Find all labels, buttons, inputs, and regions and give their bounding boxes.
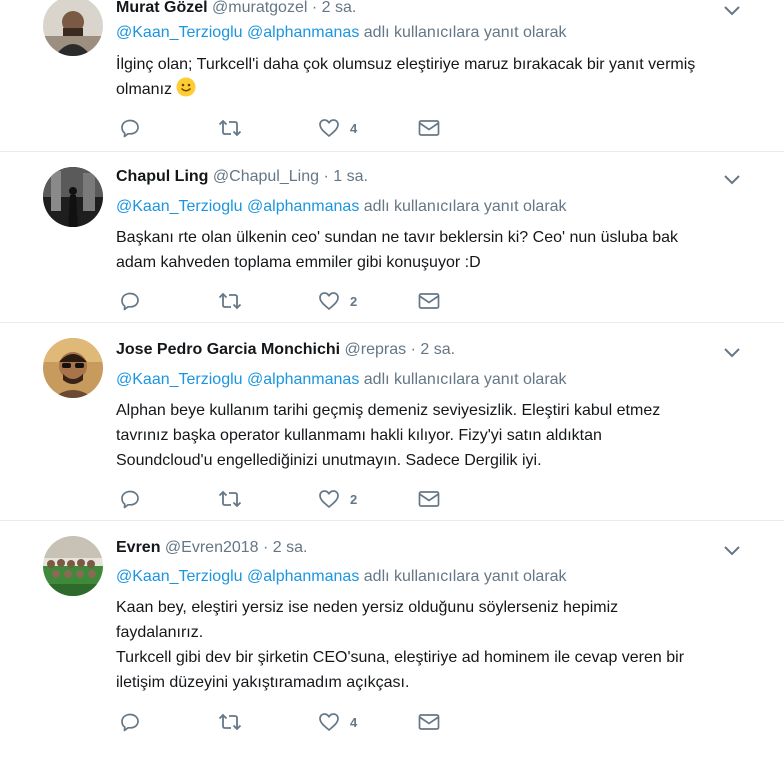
reply-button[interactable] <box>120 487 140 511</box>
tweet[interactable]: Murat Gözel @muratgozel · 2 sa. @Kaan_Te… <box>0 0 784 152</box>
username[interactable]: @muratgozel <box>212 0 307 16</box>
retweet-icon <box>218 713 242 731</box>
mention-link[interactable]: @alphanmanas <box>247 568 359 585</box>
like-button[interactable]: 4 <box>318 710 357 734</box>
heart-icon <box>319 292 339 310</box>
reply-icon <box>121 490 139 509</box>
retweet-button[interactable] <box>218 289 242 313</box>
username[interactable]: @Evren2018 <box>165 539 259 556</box>
retweet-button[interactable] <box>218 487 242 511</box>
tweet-text-body: İlginç olan; Turkcell'i daha çok olumsuz… <box>116 56 696 98</box>
direct-message-button[interactable] <box>418 710 440 734</box>
heart-icon <box>319 119 339 137</box>
display-name[interactable]: Murat Gözel <box>116 0 208 16</box>
tweet-actions: 4 <box>116 116 456 140</box>
like-button[interactable]: 4 <box>318 116 357 140</box>
envelope-icon <box>418 120 440 136</box>
retweet-icon <box>218 490 242 508</box>
mention-link[interactable]: @Kaan_Terzioglu <box>116 371 243 388</box>
retweet-button[interactable] <box>218 710 242 734</box>
reply-context: @Kaan_Terzioglu @alphanmanas adlı kullan… <box>116 567 567 587</box>
chevron-down-icon[interactable] <box>722 345 742 359</box>
avatar[interactable] <box>43 338 103 398</box>
reply-context-label: adlı kullanıcılara yanıt olarak <box>363 24 567 41</box>
tweet-actions: 2 <box>116 289 456 313</box>
mention-link[interactable]: @alphanmanas <box>247 24 359 41</box>
display-name[interactable]: Jose Pedro Garcia Monchichi <box>116 341 340 358</box>
like-button[interactable]: 2 <box>318 487 357 511</box>
tweet[interactable]: Chapul Ling @Chapul_Ling · 1 sa. @Kaan_T… <box>0 152 784 323</box>
tweet[interactable]: Evren @Evren2018 · 2 sa. @Kaan_Terzioglu… <box>0 521 784 761</box>
reply-button[interactable] <box>120 289 140 313</box>
envelope-icon <box>418 714 440 730</box>
separator-dot: · <box>410 341 416 358</box>
mention-link[interactable]: @Kaan_Terzioglu <box>116 198 243 215</box>
direct-message-button[interactable] <box>418 289 440 313</box>
tweet-actions: 4 <box>116 710 456 734</box>
username[interactable]: @repras <box>345 341 407 358</box>
like-count: 4 <box>350 120 358 136</box>
tweet-text: Başkanı rte olan ülkenin ceo' sundan ne … <box>116 229 679 271</box>
heart-icon <box>319 490 339 508</box>
like-count: 2 <box>350 491 358 507</box>
timestamp[interactable]: 2 sa. <box>273 539 308 556</box>
display-name[interactable]: Evren <box>116 539 160 556</box>
avatar[interactable] <box>43 167 103 227</box>
mention-link[interactable]: @alphanmanas <box>247 371 359 388</box>
display-name[interactable]: Chapul Ling <box>116 168 208 185</box>
separator-dot: · <box>323 168 329 185</box>
direct-message-button[interactable] <box>418 116 440 140</box>
like-count: 2 <box>350 293 358 309</box>
reply-context: @Kaan_Terzioglu @alphanmanas adlı kullan… <box>116 23 567 43</box>
reply-context: @Kaan_Terzioglu @alphanmanas adlı kullan… <box>116 370 567 390</box>
mention-link[interactable]: @Kaan_Terzioglu <box>116 24 243 41</box>
tweet[interactable]: Jose Pedro Garcia Monchichi @repras · 2 … <box>0 323 784 521</box>
reply-context: @Kaan_Terzioglu @alphanmanas adlı kullan… <box>116 197 567 217</box>
mention-link[interactable]: @alphanmanas <box>247 198 359 215</box>
tweet-text: Alphan beye kullanım tarihi geçmiş demen… <box>116 402 661 469</box>
tweet-header: Evren @Evren2018 · 2 sa. <box>116 538 307 558</box>
direct-message-button[interactable] <box>418 487 440 511</box>
reply-icon <box>121 292 139 311</box>
tweet-header: Murat Gözel @muratgozel · 2 sa. <box>116 0 356 18</box>
slightly-smiling-face-icon <box>176 77 196 97</box>
reply-button[interactable] <box>120 710 140 734</box>
separator-dot: · <box>311 0 318 16</box>
tweet-header: Jose Pedro Garcia Monchichi @repras · 2 … <box>116 340 455 360</box>
timestamp[interactable]: 2 sa. <box>420 341 455 358</box>
reply-icon <box>121 713 139 732</box>
chevron-down-icon[interactable] <box>722 3 742 17</box>
tweet-actions: 2 <box>116 487 456 511</box>
envelope-icon <box>418 491 440 507</box>
chevron-down-icon[interactable] <box>722 543 742 557</box>
tweet-text: Kaan bey, eleştiri yersiz ise neden yers… <box>116 599 685 691</box>
tweet-text: İlginç olan; Turkcell'i daha çok olumsuz… <box>116 52 756 102</box>
mention-link[interactable]: @Kaan_Terzioglu <box>116 568 243 585</box>
reply-icon <box>121 119 139 138</box>
reply-context-label: adlı kullanıcılara yanıt olarak <box>363 568 567 585</box>
separator-dot: · <box>263 539 269 556</box>
heart-icon <box>319 713 339 731</box>
envelope-icon <box>418 293 440 309</box>
reply-context-label: adlı kullanıcılara yanıt olarak <box>363 198 567 215</box>
reply-context-label: adlı kullanıcılara yanıt olarak <box>363 371 567 388</box>
avatar[interactable] <box>43 536 103 596</box>
timestamp[interactable]: 2 sa. <box>322 0 357 16</box>
like-count: 4 <box>350 714 358 730</box>
retweet-button[interactable] <box>218 116 242 140</box>
avatar[interactable] <box>43 0 103 56</box>
reply-button[interactable] <box>120 116 140 140</box>
like-button[interactable]: 2 <box>318 289 357 313</box>
tweet-header: Chapul Ling @Chapul_Ling · 1 sa. <box>116 167 368 187</box>
username[interactable]: @Chapul_Ling <box>213 168 319 185</box>
timestamp[interactable]: 1 sa. <box>333 168 368 185</box>
retweet-icon <box>218 292 242 310</box>
chevron-down-icon[interactable] <box>722 172 742 186</box>
retweet-icon <box>218 119 242 137</box>
